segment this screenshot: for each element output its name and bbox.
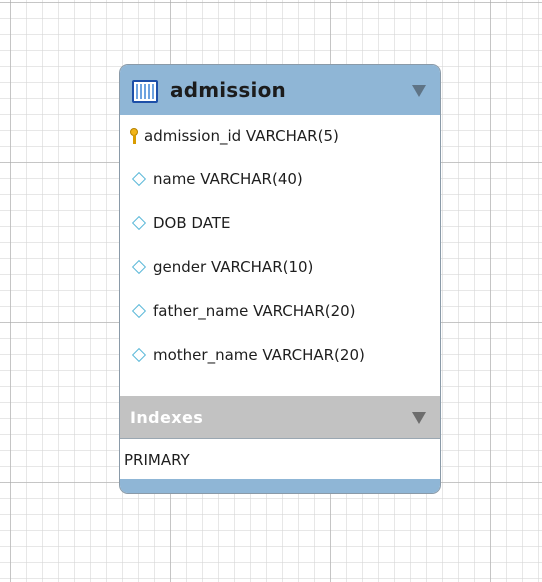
diamond-icon [131, 303, 147, 319]
table-icon [132, 79, 158, 103]
column-row-admission-id[interactable]: admission_id VARCHAR(5) [120, 115, 440, 157]
diamond-icon [131, 259, 147, 275]
column-label: admission_id VARCHAR(5) [144, 127, 339, 145]
index-label: PRIMARY [124, 450, 190, 469]
column-label: name VARCHAR(40) [153, 170, 303, 188]
key-icon [130, 128, 138, 144]
column-label: gender VARCHAR(10) [153, 258, 314, 276]
admission-table-card[interactable]: admission admission_id VARCHAR(5) name V… [119, 64, 441, 494]
table-title: admission [170, 78, 286, 102]
column-row-mother-name[interactable]: mother_name VARCHAR(20) [120, 333, 440, 377]
diamond-icon [131, 171, 147, 187]
column-label: DOB DATE [153, 214, 231, 232]
column-row-gender[interactable]: gender VARCHAR(10) [120, 245, 440, 289]
diamond-icon [131, 347, 147, 363]
table-footer [120, 479, 440, 493]
index-row-primary[interactable]: PRIMARY [120, 438, 440, 480]
column-list: admission_id VARCHAR(5) name VARCHAR(40)… [120, 115, 440, 377]
column-label: father_name VARCHAR(20) [153, 302, 356, 320]
table-header[interactable]: admission [120, 65, 440, 115]
collapse-arrow-icon[interactable] [412, 85, 426, 97]
indexes-title: Indexes [130, 407, 204, 427]
column-label: mother_name VARCHAR(20) [153, 346, 365, 364]
diamond-icon [131, 215, 147, 231]
collapse-arrow-icon[interactable] [412, 412, 426, 424]
diagram-canvas[interactable]: admission admission_id VARCHAR(5) name V… [0, 0, 542, 582]
column-row-father-name[interactable]: father_name VARCHAR(20) [120, 289, 440, 333]
column-row-dob[interactable]: DOB DATE [120, 201, 440, 245]
indexes-header[interactable]: Indexes [120, 396, 440, 438]
column-row-name[interactable]: name VARCHAR(40) [120, 157, 440, 201]
